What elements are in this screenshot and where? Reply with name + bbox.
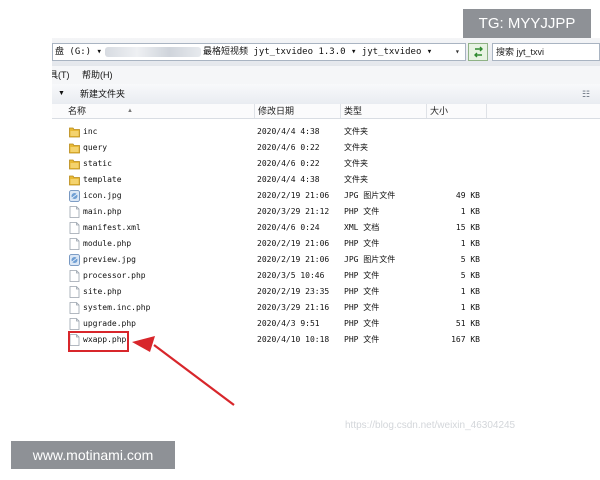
- site-watermark: www.motinami.com: [11, 441, 175, 469]
- tg-watermark: TG: MYYJJPP: [463, 9, 591, 38]
- annotation-arrow: [132, 336, 235, 406]
- blog-watermark: https://blog.csdn.net/weixin_46304245: [345, 420, 516, 431]
